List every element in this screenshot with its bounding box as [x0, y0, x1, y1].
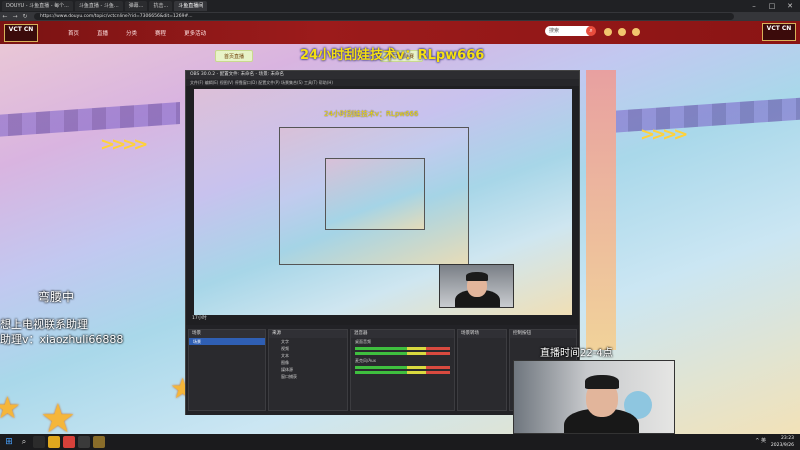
clock-time: 23:23 [781, 436, 794, 441]
browser-tab[interactable]: 抗击... [149, 1, 173, 11]
taskbar: ⊞ ⌕ ^ 英 23:23 2023/9/26 [0, 434, 800, 450]
bg-stripe [0, 102, 180, 138]
audio-meter [355, 352, 450, 355]
site-nav: 首页 直播 分类 赛程 更多活动 [68, 29, 224, 37]
transitions-dock[interactable]: 场景转场 [457, 329, 507, 411]
app-icon[interactable] [93, 436, 105, 448]
source-item[interactable]: 视频 [269, 345, 347, 352]
source-item[interactable]: 媒体源 [269, 366, 347, 373]
search-icon[interactable]: ⌕ [586, 26, 596, 36]
event-logo: VCT CN [762, 23, 796, 41]
inner-banner: 24小时刮娃技术v：RLpw666 [324, 110, 419, 118]
nav-item[interactable]: 赛程 [155, 29, 166, 37]
maximize-icon[interactable]: □ [763, 0, 781, 12]
nav-item[interactable]: 分类 [126, 29, 137, 37]
mixer-track: 麦克风/Aux [355, 358, 376, 363]
nested-obs-preview [325, 158, 425, 230]
system-tray[interactable]: ^ 英 [755, 437, 766, 444]
obs-icon[interactable] [78, 436, 90, 448]
browser-tab-active[interactable]: 斗鱼直播间 [174, 1, 208, 11]
source-item[interactable]: 图像 [269, 359, 347, 366]
status-text: 弯腰中 [38, 290, 75, 304]
file-explorer-icon[interactable] [48, 436, 60, 448]
mixer-track: 桌面音频 [355, 339, 371, 344]
chevron-decoration-icon: >>>> [640, 124, 688, 145]
source-item[interactable]: 文本 [269, 352, 347, 359]
dock-title: 来源 [269, 330, 347, 338]
clock-date: 2023/9/26 [770, 443, 794, 448]
mixer-dock[interactable]: 混音器 桌面音频 麦克风/Aux [350, 329, 455, 411]
chrome-icon[interactable] [63, 436, 75, 448]
chevron-decoration-icon: >>>> [100, 134, 148, 155]
nav-item[interactable]: 首页 [68, 29, 79, 37]
dock-title: 控制按钮 [510, 330, 576, 338]
dock-title: 混音器 [351, 330, 454, 338]
site-logo[interactable]: VCT CN [4, 23, 38, 42]
browser-tab-bar: DOUYU - 斗鱼直播 - 每个... 斗鱼直播 - 斗鱼... 弹幕... … [0, 0, 800, 12]
url-input[interactable]: https://www.douyu.com/topic/vctcnline?ri… [34, 13, 734, 20]
star-icon: ★ [40, 396, 76, 434]
download-icon[interactable] [618, 28, 626, 36]
obs-preview[interactable]: 24小时刮娃技术v：RLpw666 [194, 89, 572, 315]
address-bar: ← → ↻ https://www.douyu.com/topic/vctcnl… [0, 12, 800, 21]
minimize-icon[interactable]: – [745, 0, 763, 12]
obs-title: OBS 30.0.2 - 配置文件: 未命名 - 场景: 未命名 [186, 71, 579, 79]
screen: DOUYU - 斗鱼直播 - 每个... 斗鱼直播 - 斗鱼... 弹幕... … [0, 0, 800, 450]
dock-title: 场景转场 [458, 330, 506, 338]
audio-meter [355, 347, 450, 350]
contact-text: 助理v：xiaozhuli66888 [0, 333, 124, 346]
nav-item[interactable]: 更多活动 [184, 29, 206, 37]
search-icon[interactable]: ⌕ [18, 436, 30, 448]
tag-button[interactable]: 首页直播 [215, 50, 254, 62]
nested-obs-preview [279, 127, 469, 265]
sources-dock[interactable]: 来源 文字 视频 文本 图像 媒体源 窗口捕获 [268, 329, 348, 411]
browser-tab[interactable]: 弹幕... [124, 1, 148, 11]
scene-item[interactable]: 场景 [189, 338, 265, 345]
history-icon[interactable] [604, 28, 612, 36]
reload-icon[interactable]: ↻ [20, 13, 30, 20]
streamer-webcam [513, 360, 675, 434]
source-item[interactable]: 窗口捕获 [269, 373, 347, 380]
audio-meter [355, 371, 450, 374]
start-icon[interactable]: ⊞ [3, 436, 15, 448]
site-header: VCT CN 首页 直播 分类 赛程 更多活动 搜索 ⌕ VCT CN [0, 21, 800, 44]
inner-webcam [439, 264, 514, 308]
nav-item[interactable]: 直播 [97, 29, 108, 37]
bg-stripe [600, 96, 800, 134]
chat-panel [586, 70, 616, 350]
scenes-dock[interactable]: 场景 场景 [188, 329, 266, 411]
back-icon[interactable]: ← [0, 13, 10, 20]
dock-title: 场景 [189, 330, 265, 338]
obs-menu[interactable]: 文件(F) 编辑(E) 视图(V) 停靠窗口(D) 配置文件(P) 场景集合(S… [186, 79, 579, 86]
stream-schedule-caption: 直播时间22-4点 [540, 348, 613, 359]
close-icon[interactable]: ✕ [781, 0, 799, 12]
stream-banner: 24小时刮娃技术v：RLpw666 [300, 48, 485, 63]
browser-tab[interactable]: DOUYU - 斗鱼直播 - 每个... [2, 1, 73, 11]
task-view-icon[interactable] [33, 436, 45, 448]
avatar[interactable] [632, 28, 640, 36]
preview-label: 17小时 [192, 316, 207, 321]
clock[interactable]: 23:23 2023/9/26 [771, 435, 794, 449]
browser-tab[interactable]: 斗鱼直播 - 斗鱼... [74, 1, 123, 11]
contact-text: 想上电视联系助理 [0, 318, 88, 331]
forward-icon[interactable]: → [10, 13, 20, 20]
star-icon: ★ [0, 391, 21, 426]
source-item[interactable]: 文字 [269, 338, 347, 345]
audio-meter [355, 366, 450, 369]
